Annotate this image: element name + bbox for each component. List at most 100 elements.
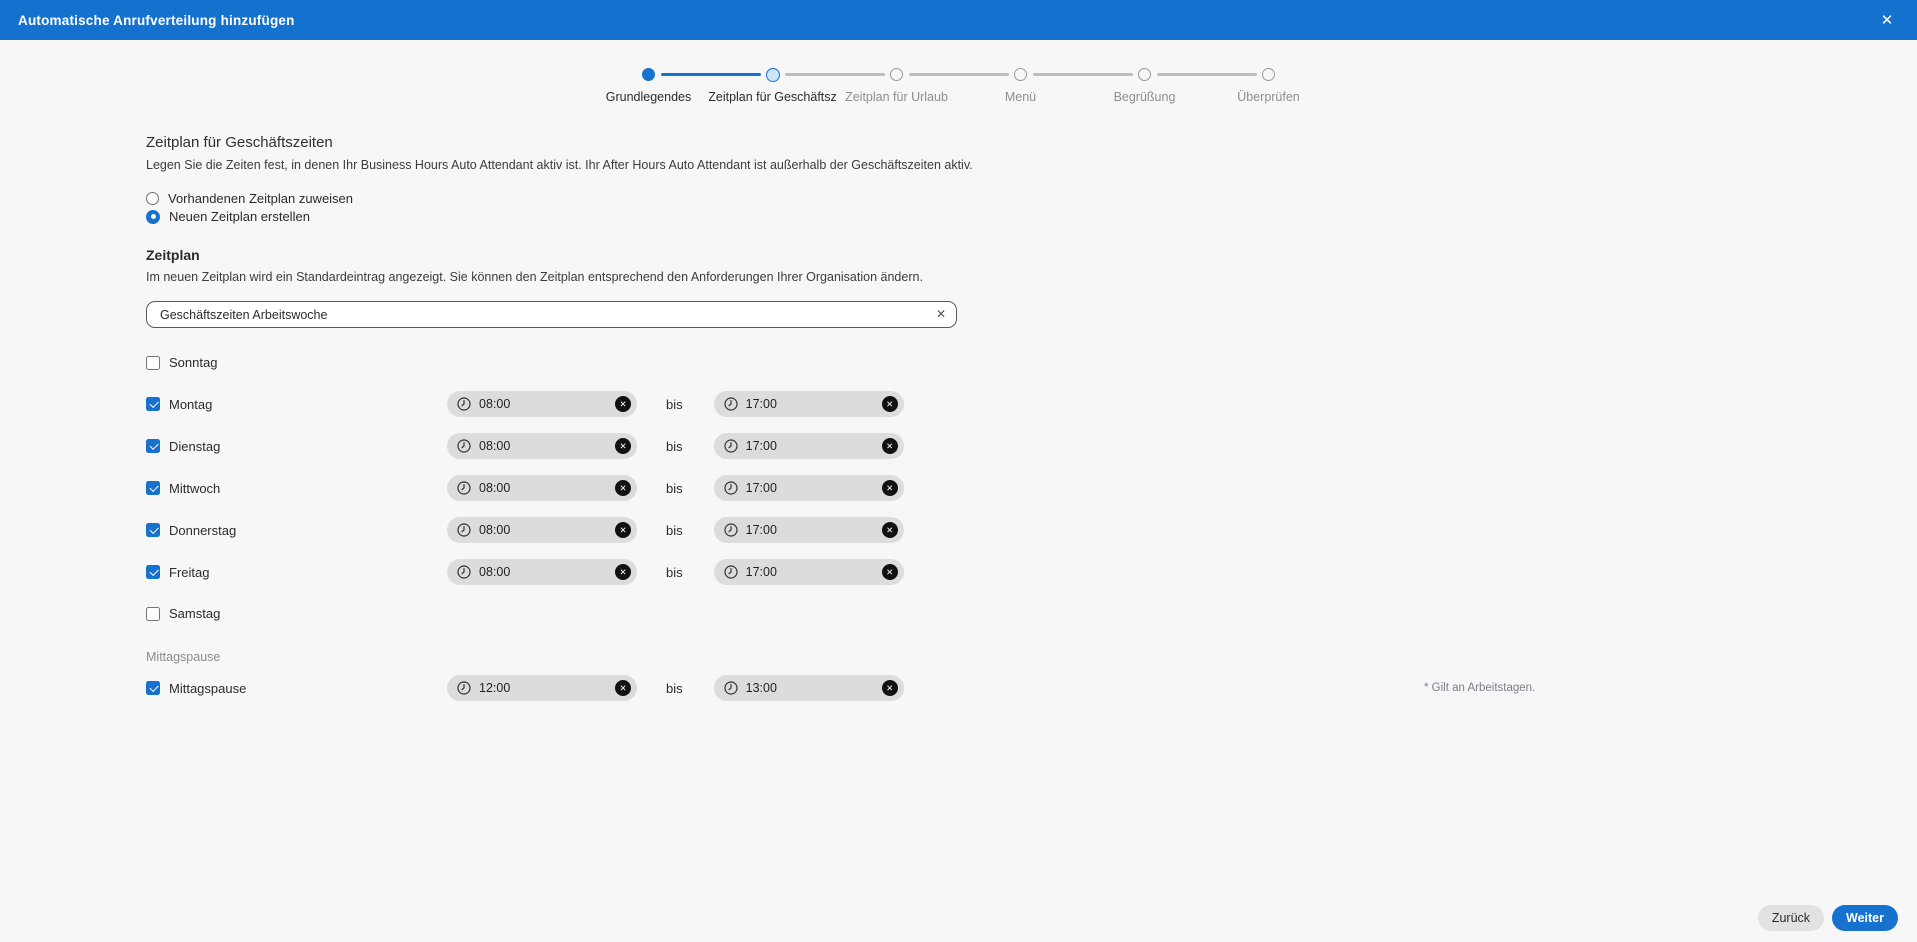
day-checkbox[interactable] [146,523,160,537]
day-checkbox[interactable] [146,607,160,621]
day-checkbox[interactable] [146,397,160,411]
step-label: Überprüfen [1237,90,1300,104]
clock-icon [457,681,471,695]
end-time-input[interactable]: 17:00 ✕ [714,433,904,459]
until-label: bis [666,565,683,580]
clear-time-icon[interactable]: ✕ [615,438,631,454]
clock-icon [457,439,471,453]
page-title: Zeitplan für Geschäftszeiten [146,134,1917,151]
back-button[interactable]: Zurück [1758,905,1824,931]
start-time-value: 08:00 [479,523,510,537]
end-time-input[interactable]: 17:00 ✕ [714,391,904,417]
next-button[interactable]: Weiter [1832,905,1898,931]
clear-time-icon[interactable]: ✕ [882,564,898,580]
day-checkbox[interactable] [146,356,160,370]
step-label: Zeitplan für Urlaub [845,90,948,104]
clear-time-icon[interactable]: ✕ [882,680,898,696]
clear-time-icon[interactable]: ✕ [882,480,898,496]
day-row-freitag: Freitag 08:00 ✕ bis 17:00 ✕ [146,551,1917,593]
step-circle [1014,68,1027,81]
day-checkbox[interactable] [146,565,160,579]
clock-icon [457,481,471,495]
radio-button[interactable] [146,192,159,205]
page-description: Legen Sie die Zeiten fest, in denen Ihr … [146,158,1917,172]
until-label: bis [666,523,683,538]
start-time-value: 08:00 [479,565,510,579]
step-zeitplan-geschaeftszeiten[interactable]: Zeitplan für Geschäftsz [711,62,835,120]
end-time-input[interactable]: 17:00 ✕ [714,559,904,585]
wizard-stepper: Grundlegendes Zeitplan für Geschäftsz Ze… [0,62,1917,120]
until-label: bis [666,439,683,454]
schedule-mode-radio-group: Vorhandenen Zeitplan zuweisen Neuen Zeit… [146,190,1917,225]
start-time-value: 08:00 [479,397,510,411]
clear-time-icon[interactable]: ✕ [882,522,898,538]
clear-time-icon[interactable]: ✕ [615,564,631,580]
until-label: bis [666,481,683,496]
end-time-value: 17:00 [746,439,777,453]
radio-label: Vorhandenen Zeitplan zuweisen [168,191,353,206]
radio-create-new-schedule[interactable]: Neuen Zeitplan erstellen [146,208,1917,225]
weekday-rows: Sonntag Montag 08:00 ✕ bis [146,342,1917,709]
start-time-input[interactable]: 12:00 ✕ [447,675,637,701]
start-time-input[interactable]: 08:00 ✕ [447,475,637,501]
step-begruessung[interactable]: Begrüßung [1083,62,1207,120]
day-row-sonntag: Sonntag [146,342,1917,383]
wizard-footer: Zurück Weiter [1758,905,1898,931]
wizard-content: Zeitplan für Geschäftszeiten Legen Sie d… [0,120,1917,709]
step-label: Menü [1005,90,1036,104]
until-label: bis [666,397,683,412]
radio-button[interactable] [146,210,160,224]
day-row-dienstag: Dienstag 08:00 ✕ bis 17:00 ✕ [146,425,1917,467]
start-time-input[interactable]: 08:00 ✕ [447,517,637,543]
input-clear-icon[interactable]: ✕ [936,307,946,321]
schedule-section-description: Im neuen Zeitplan wird ein Standardeintr… [146,270,1917,284]
day-checkbox[interactable] [146,481,160,495]
step-circle [1138,68,1151,81]
clock-icon [724,681,738,695]
day-label: Sonntag [169,355,217,370]
day-checkbox[interactable] [146,439,160,453]
end-time-value: 17:00 [746,481,777,495]
start-time-value: 08:00 [479,439,510,453]
clear-time-icon[interactable]: ✕ [615,680,631,696]
end-time-input[interactable]: 17:00 ✕ [714,475,904,501]
clock-icon [457,523,471,537]
step-grundlegendes[interactable]: Grundlegendes [587,62,711,120]
start-time-value: 08:00 [479,481,510,495]
clock-icon [724,565,738,579]
day-checkbox[interactable] [146,681,160,695]
start-time-input[interactable]: 08:00 ✕ [447,391,637,417]
schedule-name-input[interactable] [146,301,957,328]
lunch-note: * Gilt an Arbeitstagen. [1424,682,1535,694]
step-zeitplan-urlaub[interactable]: Zeitplan für Urlaub [835,62,959,120]
day-row-montag: Montag 08:00 ✕ bis 17:00 ✕ [146,383,1917,425]
step-circle [642,68,655,81]
dialog-titlebar: Automatische Anrufverteilung hinzufügen … [0,0,1917,40]
clear-time-icon[interactable]: ✕ [882,396,898,412]
clear-time-icon[interactable]: ✕ [882,438,898,454]
step-menue[interactable]: Menü [959,62,1083,120]
clear-time-icon[interactable]: ✕ [615,522,631,538]
step-label: Begrüßung [1114,90,1176,104]
clear-time-icon[interactable]: ✕ [615,396,631,412]
day-label: Samstag [169,606,220,621]
radio-assign-existing-schedule[interactable]: Vorhandenen Zeitplan zuweisen [146,190,1917,207]
end-time-value: 17:00 [746,397,777,411]
end-time-input[interactable]: 17:00 ✕ [714,517,904,543]
day-label: Dienstag [169,439,220,454]
day-label: Donnerstag [169,523,236,538]
until-label: bis [666,681,683,696]
step-label: Zeitplan für Geschäftsz [708,90,837,104]
day-label: Montag [169,397,212,412]
step-circle [1262,68,1275,81]
start-time-input[interactable]: 08:00 ✕ [447,559,637,585]
clear-time-icon[interactable]: ✕ [615,480,631,496]
end-time-input[interactable]: 13:00 ✕ [714,675,904,701]
clock-icon [724,439,738,453]
start-time-input[interactable]: 08:00 ✕ [447,433,637,459]
step-ueberpruefen[interactable]: Überprüfen [1207,62,1331,120]
schedule-section-title: Zeitplan [146,247,1917,263]
clock-icon [457,565,471,579]
radio-label: Neuen Zeitplan erstellen [169,209,310,224]
close-icon[interactable]: ✕ [1875,8,1899,32]
